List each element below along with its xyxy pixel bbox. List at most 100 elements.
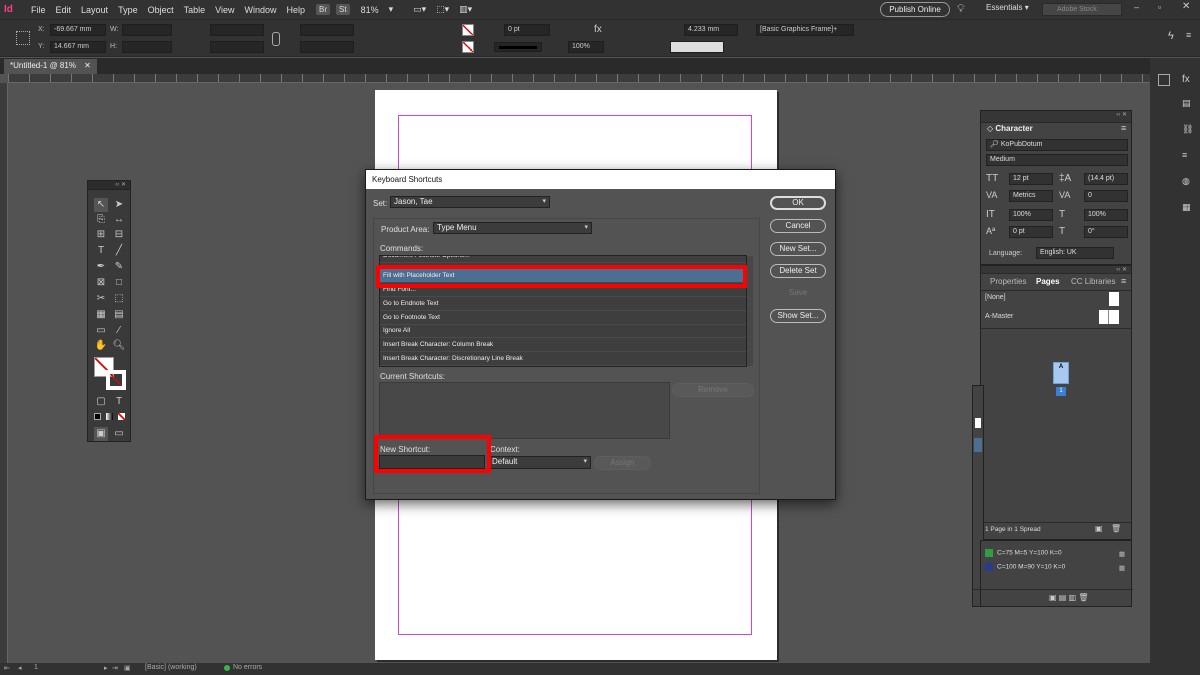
list-item[interactable]: Insert Break Character: Discretionary Li… bbox=[380, 352, 746, 366]
stroke-type-select[interactable] bbox=[494, 42, 542, 52]
gap-tool-icon[interactable]: ↔ bbox=[112, 213, 126, 227]
apply-gradient-icon[interactable] bbox=[106, 413, 113, 420]
menu-object[interactable]: Object bbox=[143, 5, 179, 15]
skew-field[interactable]: 0° bbox=[1084, 226, 1128, 238]
new-page-icon[interactable]: ▣ bbox=[1095, 524, 1103, 533]
object-style-select[interactable]: [Basic Graphics Frame]+ bbox=[756, 24, 854, 36]
chevron-down-icon[interactable]: ▾ bbox=[384, 4, 399, 15]
stroke-panel-icon[interactable]: ≡ bbox=[1182, 150, 1187, 160]
content-placer-icon[interactable]: ⊟ bbox=[112, 228, 126, 242]
new-set-button[interactable]: New Set... bbox=[770, 242, 826, 256]
stroke-weight-field[interactable]: 0 pt bbox=[504, 24, 550, 36]
swatch-row[interactable]: C=100 M=90 Y=10 K=0 ▦ bbox=[985, 563, 1129, 575]
zoom-tool-icon[interactable]: 🔍︎ bbox=[112, 339, 126, 353]
apply-none-icon[interactable] bbox=[118, 413, 125, 420]
color-panel-icon[interactable]: ◍ bbox=[1182, 176, 1190, 187]
rectangle-tool-icon[interactable]: □ bbox=[112, 276, 126, 290]
menu-file[interactable]: File bbox=[26, 5, 51, 15]
product-area-select[interactable]: Type Menu ▾ bbox=[433, 222, 592, 234]
document-tab[interactable]: *Untitled-1 @ 81% ✕ bbox=[4, 59, 97, 74]
gradient-feather-tool-icon[interactable]: ▤ bbox=[112, 308, 126, 322]
cancel-button[interactable]: Cancel bbox=[770, 219, 826, 233]
rectangle-frame-tool-icon[interactable]: ⊠ bbox=[94, 276, 108, 290]
page-1-thumbnail[interactable]: A bbox=[1053, 362, 1069, 384]
fx-panel-icon[interactable]: fx bbox=[1182, 74, 1190, 85]
baseline-shift-field[interactable]: 0 pt bbox=[1009, 226, 1053, 238]
y-position-field[interactable]: 14.667 mm bbox=[50, 41, 106, 53]
list-item[interactable]: Insert Break Character: Column Break bbox=[380, 338, 746, 352]
open-page-icon[interactable]: ▣ bbox=[124, 664, 131, 672]
preflight-status[interactable]: No errors bbox=[233, 664, 262, 671]
page-tool-icon[interactable]: ⎘ bbox=[94, 213, 108, 227]
close-icon[interactable]: ✕ bbox=[1182, 1, 1190, 12]
menu-help[interactable]: Help bbox=[281, 5, 310, 15]
eyedropper-tool-icon[interactable]: ⁄ bbox=[112, 324, 126, 338]
dimension-field-2[interactable] bbox=[670, 41, 724, 53]
vertical-ruler[interactable] bbox=[0, 83, 8, 663]
panel-menu-icon[interactable]: ≡ bbox=[1121, 276, 1126, 286]
formatting-text-icon[interactable]: T bbox=[112, 395, 126, 409]
delete-set-button[interactable]: Delete Set bbox=[770, 264, 826, 278]
x-position-field[interactable]: -69.667 mm bbox=[50, 24, 106, 36]
width-field[interactable] bbox=[122, 24, 172, 36]
stroke-swatch-icon[interactable] bbox=[462, 41, 474, 53]
close-tab-icon[interactable]: ✕ bbox=[84, 61, 91, 70]
list-item[interactable]: Go to Footnote Text bbox=[380, 311, 746, 325]
horizontal-scale-field[interactable]: 100% bbox=[1084, 209, 1128, 221]
a-master-label[interactable]: A-Master bbox=[985, 313, 1013, 320]
show-set-button[interactable]: Show Set... bbox=[770, 309, 826, 323]
swatches-panel-icon[interactable]: ▦ bbox=[1182, 202, 1191, 213]
tab-properties[interactable]: Properties bbox=[990, 275, 1026, 289]
remove-button[interactable]: Remove bbox=[672, 383, 754, 397]
tab-cc-libraries[interactable]: CC Libraries bbox=[1071, 275, 1115, 289]
zoom-level[interactable]: 81% bbox=[356, 5, 384, 15]
scale-x-field[interactable] bbox=[210, 24, 264, 36]
new-swatch-icon[interactable]: ▣ ▤ ▥ 🗑︎ bbox=[1049, 593, 1089, 602]
note-tool-icon[interactable]: ▭ bbox=[94, 324, 108, 338]
selection-tool-icon[interactable]: ↖ bbox=[94, 198, 108, 212]
arrange-documents-icon[interactable]: ▥▾ bbox=[454, 4, 477, 15]
save-button[interactable]: Save bbox=[770, 287, 826, 301]
list-item[interactable]: Ignore All bbox=[380, 324, 746, 338]
maximize-icon[interactable]: ▫ bbox=[1158, 2, 1161, 12]
context-select[interactable]: Default ▾ bbox=[488, 456, 591, 469]
type-tool-icon[interactable]: T bbox=[94, 244, 108, 258]
first-page-icon[interactable]: ⇤ bbox=[4, 664, 10, 672]
font-style-select[interactable]: Medium bbox=[986, 154, 1128, 166]
screen-mode-icon[interactable]: ▭ bbox=[112, 427, 126, 441]
free-transform-tool-icon[interactable]: ⬚ bbox=[112, 292, 126, 306]
page-number-field[interactable]: 1 bbox=[34, 664, 38, 671]
horizontal-ruler[interactable] bbox=[8, 74, 1150, 83]
font-size-field[interactable]: 12 pt bbox=[1009, 173, 1053, 185]
panel-header[interactable]: ‹‹ ✕ bbox=[981, 266, 1131, 274]
menu-view[interactable]: View bbox=[210, 5, 239, 15]
current-shortcuts-list[interactable] bbox=[379, 382, 670, 439]
publish-online-button[interactable]: Publish Online bbox=[880, 2, 950, 17]
menu-layout[interactable]: Layout bbox=[76, 5, 113, 15]
tracking-field[interactable]: 0 bbox=[1084, 190, 1128, 202]
direct-selection-tool-icon[interactable]: ➤ bbox=[112, 198, 126, 212]
list-item[interactable]: Document Footnote Options... bbox=[380, 256, 746, 263]
reference-point-icon[interactable] bbox=[16, 31, 30, 45]
stroke-color-icon[interactable] bbox=[106, 370, 126, 390]
workspace-switcher[interactable]: Essentials ▾ bbox=[986, 3, 1029, 12]
a-master-thumbnail[interactable] bbox=[1099, 310, 1119, 324]
assign-button[interactable]: Assign bbox=[594, 456, 651, 470]
list-item[interactable]: Go to Endnote Text bbox=[380, 297, 746, 311]
dimension-field[interactable]: 4.233 mm bbox=[684, 24, 738, 36]
pages-panel-icon[interactable] bbox=[1158, 74, 1170, 86]
links-panel-icon[interactable]: ⛓ bbox=[1182, 124, 1193, 135]
panel-header[interactable]: ‹‹ ✕ bbox=[981, 111, 1131, 123]
menu-type[interactable]: Type bbox=[113, 5, 143, 15]
preflight-profile[interactable]: [Basic] (working) bbox=[145, 664, 197, 671]
none-master-thumbnail[interactable] bbox=[1109, 292, 1119, 306]
menu-table[interactable]: Table bbox=[179, 5, 211, 15]
effects-icon[interactable]: fx bbox=[594, 24, 602, 35]
minimize-icon[interactable]: – bbox=[1134, 2, 1139, 12]
constrain-proportions-icon[interactable] bbox=[272, 32, 280, 46]
prev-page-icon[interactable]: ◂ bbox=[18, 664, 22, 672]
swatch-row[interactable]: C=75 M=5 Y=100 K=0 ▦ bbox=[985, 549, 1129, 561]
dialog-title[interactable]: Keyboard Shortcuts bbox=[366, 170, 835, 189]
pencil-tool-icon[interactable]: ✎ bbox=[112, 260, 126, 274]
commands-scrollbar[interactable] bbox=[747, 256, 753, 366]
